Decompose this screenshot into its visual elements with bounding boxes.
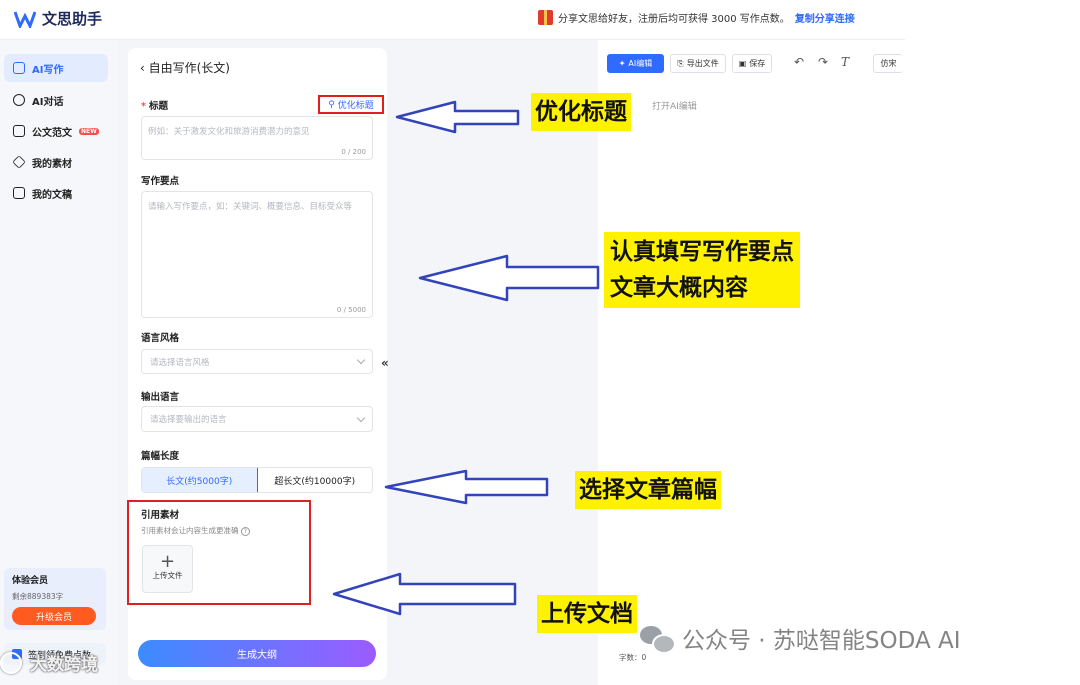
logo-mark-icon [14,10,36,28]
generate-outline-button[interactable]: 生成大纲 [138,640,376,667]
length-option-long[interactable]: 长文(约5000字) [142,468,258,492]
points-label: 写作要点 [141,176,180,187]
page-title[interactable]: ‹ 自由写作(长文) [140,59,230,76]
clear-format-icon[interactable]: T [841,55,849,69]
reference-hint-text: 引用素材会让内容生成更准确 [141,526,239,535]
layers-icon [12,155,26,169]
save-label: 保存 [749,59,766,68]
title-char-count: 0 / 200 [341,148,366,156]
output-language-placeholder: 请选择要输出的语言 [150,415,227,425]
reference-label: 引用素材 [141,510,180,521]
upload-file-button[interactable]: + 上传文件 [142,545,193,593]
style-label: 语言风格 [141,333,180,344]
style-placeholder: 请选择语言风格 [150,357,210,368]
chat-bubble-icon [13,94,25,106]
sidebar-item-label: AI对话 [32,96,64,108]
member-remaining: 剩余889383字 [12,592,64,601]
chevron-down-icon [356,355,366,365]
optimize-title-button[interactable]: ⚲ 优化标题 [318,95,384,114]
app-title: 文思助手 [42,10,103,28]
sidebar-item-templates[interactable]: 公文范文 NEW [4,117,108,145]
top-bar: 文思助手 分享文思给好友，注册后均可获得 3000 写作点数。 复制分享连接 [0,0,905,40]
wechat-watermark-text: 公众号 · 苏哒智能SODA AI [682,628,961,654]
gift-icon [538,10,553,25]
title-label: * 标题 [141,98,168,112]
upgrade-button[interactable]: 升级会员 [12,607,96,625]
document-icon [13,187,25,199]
optimize-title-label: 优化标题 [337,101,374,111]
copy-share-link[interactable]: 复制分享连接 [795,10,855,25]
share-banner: 分享文思给好友，注册后均可获得 3000 写作点数。 复制分享连接 [538,10,855,25]
member-card: 体验会员 剩余889383字 升级会员 [4,568,106,630]
wechat-icon [640,624,676,654]
save-button[interactable]: ▣ 保存 [732,54,772,73]
length-label: 篇幅长度 [141,451,180,462]
font-select-value: 仿宋 [880,59,897,68]
template-icon [13,125,25,137]
sidebar-item-drafts[interactable]: 我的文稿 [4,179,108,207]
annotation-optimize-title: 优化标题 [531,93,631,131]
wechat-watermark: 公众号 · 苏哒智能SODA AI [640,621,961,655]
sidebar-item-label: 我的文稿 [32,189,72,201]
pen-doc-icon [13,62,25,74]
sidebar-item-ai-writing[interactable]: AI写作 [4,54,108,82]
upload-file-label: 上传文件 [152,571,183,580]
annotation-writing-points: 认真填写写作要点 文章大概内容 [604,232,800,308]
corner-watermark: 大数跨境 [0,650,98,675]
watermark-logo-icon [0,651,22,674]
app-logo[interactable]: 文思助手 [14,8,102,29]
help-icon[interactable]: ? [240,527,250,536]
points-char-count: 0 / 5000 [336,306,366,314]
required-mark: * [141,101,146,112]
annotation-writing-points-line1: 认真填写写作要点 [610,239,794,265]
redo-icon[interactable]: ↷ [818,55,828,69]
points-placeholder: 请输入写作要点，如：关键词、概要信息、目标受众等 [148,202,353,212]
share-text: 分享文思给好友，注册后均可获得 3000 写作点数。 [558,14,790,25]
reference-hint: 引用素材会让内容生成更准确 ? [141,525,250,536]
sidebar-item-materials[interactable]: 我的素材 [4,148,108,176]
magic-wand-icon: ⚲ [328,99,338,110]
sidebar-item-ai-chat[interactable]: AI对话 [4,86,108,114]
annotation-upload-doc: 上传文档 [537,595,637,633]
sidebar-item-label: AI写作 [32,64,64,76]
sparkle-icon: ✦ [618,59,626,68]
title-input[interactable]: 例如：关于激发文化和旅游消费潜力的意见 0 / 200 [141,116,373,160]
editor-panel [600,48,905,680]
new-badge: NEW [79,127,99,135]
save-icon: ▣ [738,59,747,68]
style-select[interactable]: 请选择语言风格 [141,349,373,374]
corner-watermark-text: 大数跨境 [30,655,98,675]
plus-icon: + [159,551,176,572]
output-language-select[interactable]: 请选择要输出的语言 [141,406,373,432]
annotation-choose-length: 选择文章篇幅 [575,471,721,509]
ai-edit-button[interactable]: ✦ AI编辑 [607,54,664,73]
title-placeholder: 例如：关于激发文化和旅游消费潜力的意见 [148,127,310,137]
page-title-text: 自由写作(长文) [148,61,230,75]
length-segmented-control: 长文(约5000字) 超长文(约10000字) [141,467,373,493]
writing-points-input[interactable]: 请输入写作要点，如：关键词、概要信息、目标受众等 0 / 5000 [141,191,373,318]
export-file-button[interactable]: ⎘ 导出文件 [670,54,726,73]
chevron-down-icon [356,413,366,422]
export-label: 导出文件 [686,59,719,68]
output-language-label: 输出语言 [141,392,180,403]
export-icon: ⎘ [677,58,684,68]
font-select[interactable]: 仿宋 [873,54,903,73]
editor-hint: 打开AI编辑 [652,102,697,112]
ai-edit-label: AI编辑 [628,59,653,68]
sidebar-item-label: 公文范文 [32,127,72,139]
length-option-extra-long[interactable]: 超长文(约10000字) [258,468,373,492]
sidebar-item-label: 我的素材 [32,158,72,170]
member-title: 体验会员 [12,576,49,586]
title-label-text: 标题 [148,101,168,112]
annotation-writing-points-line2: 文章大概内容 [610,275,748,301]
undo-icon[interactable]: ↶ [794,55,804,69]
collapse-panel-button[interactable]: « [381,356,389,370]
